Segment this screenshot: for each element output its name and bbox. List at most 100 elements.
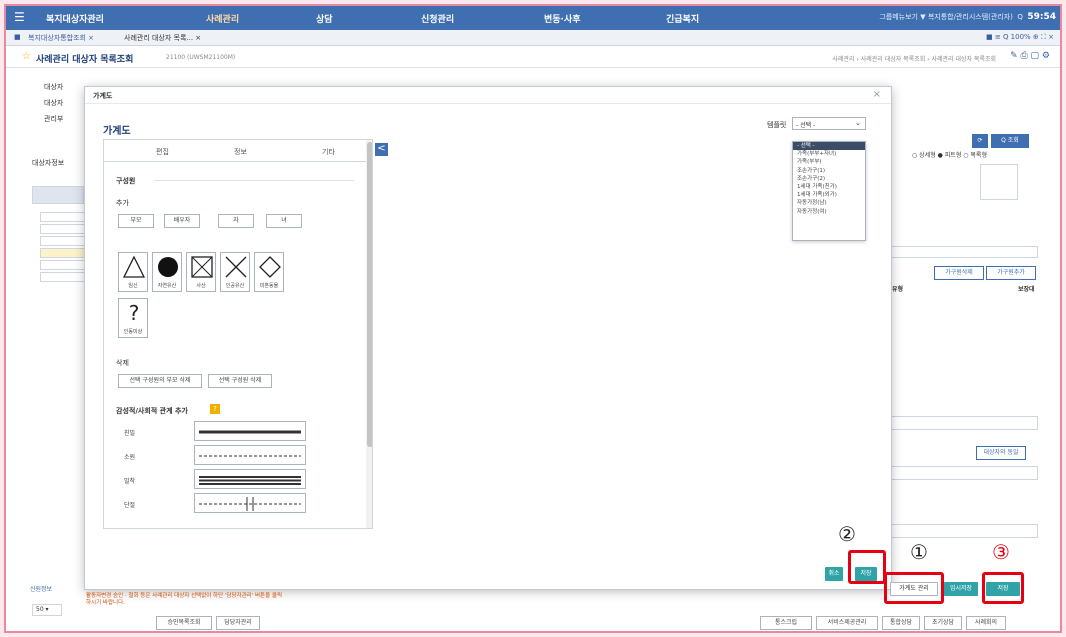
triangle-icon (122, 255, 146, 278)
bg-label-target-1: 대상자 (44, 83, 64, 91)
tab-edit[interactable]: 편집 (156, 147, 169, 157)
add-parent-button[interactable]: 부모 (118, 214, 154, 228)
search-button[interactable]: Q 조회 (991, 134, 1029, 148)
case-meeting-button[interactable]: 사례회의 (966, 616, 1006, 630)
modal-divider (85, 103, 891, 104)
menu-welfare-target[interactable]: 복지대상자관리 (46, 12, 104, 25)
refresh-button[interactable]: ⟳ (972, 134, 988, 148)
genogram-title: 가계도 (103, 126, 131, 137)
bg-select-2[interactable] (890, 466, 1038, 480)
initial-counsel-button[interactable]: 초기상담 (924, 616, 962, 630)
add-daughter-button[interactable]: 녀 (266, 214, 302, 228)
triple-line-icon (199, 476, 301, 485)
menu-change-followup[interactable]: 변동·사후 (544, 12, 581, 25)
relation-row-close[interactable]: 친밀 (120, 420, 320, 442)
template-option[interactable]: 조손가구(2) (793, 175, 865, 183)
shape-stillbirth[interactable]: 사산 (186, 252, 216, 292)
panel-scrollbar-thumb[interactable] (367, 142, 372, 447)
tab-etc[interactable]: 기타 (322, 147, 335, 157)
genogram-modal: 가계도 × 가계도 템플릿 - 선택 - ⌄ - 선택 - 가족(부부+자녀) … (84, 86, 892, 590)
section-delete: 삭제 (116, 359, 129, 367)
same-as-target-button[interactable]: 대상자와 동일 (976, 446, 1026, 460)
tab-info[interactable]: 정보 (234, 147, 247, 157)
template-option[interactable]: 자동가정(여) (793, 208, 865, 216)
side-label: 신원정보 (30, 586, 53, 593)
add-household-member-button[interactable]: 가구원추가 (986, 266, 1036, 280)
shape-pregnancy[interactable]: 임신 (118, 252, 148, 292)
bg-label-manager: 관리부 (44, 115, 64, 123)
template-select[interactable]: - 선택 - ⌄ (792, 117, 866, 130)
template-option[interactable]: - 선택 - (793, 142, 865, 151)
app-frame: ☰ 복지대상자관리 사례관리 상담 신청관리 변동·사후 긴급복지 그룹메뉴보기… (4, 4, 1062, 633)
collapse-panel-button[interactable]: < (375, 143, 388, 156)
delete-parent-button[interactable]: 선택 구성원의 부모 삭제 (118, 374, 202, 388)
section-add: 추가 (116, 199, 129, 207)
divider (154, 180, 354, 181)
tab-home-icon[interactable]: ■ (14, 33, 21, 41)
menu-counseling[interactable]: 상담 (316, 12, 333, 25)
step-marker-2: ② (838, 522, 856, 546)
template-option[interactable]: 자동가정(남) (793, 199, 865, 207)
solid-line-icon (199, 430, 301, 434)
svg-text:?: ? (129, 301, 140, 325)
modal-close-icon[interactable]: × (873, 89, 881, 100)
script-button[interactable]: 통스크립 (760, 616, 812, 630)
tab-tools[interactable]: ■ ≡ Q 100% ⊕ ⛶ × (986, 33, 1054, 42)
add-son-button[interactable]: 자 (218, 214, 254, 228)
temp-save-button[interactable]: 임시저장 (944, 582, 978, 596)
diamond-icon (259, 256, 281, 278)
tab-welfare-search[interactable]: 복지대상자통합조회 × (28, 33, 94, 43)
service-manage-button[interactable]: 서비스제공관리 (816, 616, 878, 630)
notice-text: 활동자변경 승인 · 철회 등은 사례관리 대상자 선택없이 하단 '담당자관리… (86, 593, 283, 606)
page-size-select[interactable]: 50 ▾ (32, 604, 62, 616)
add-spouse-button[interactable]: 배우자 (164, 214, 200, 228)
bg-select[interactable] (890, 416, 1038, 430)
panel-tabs: 편집 정보 기타 (104, 140, 366, 162)
page-tool-icons[interactable]: ✎ ⎙ ▢ ⚙ (1010, 51, 1050, 61)
relation-row-cutoff[interactable]: 단절 (120, 492, 320, 514)
template-option[interactable]: 1세대 가족(외가) (793, 191, 865, 199)
bg-grid-header (32, 186, 84, 204)
bg-select-3[interactable] (890, 524, 1038, 538)
top-utilities[interactable]: 그룹메뉴보기 ▼ 복지통합/관리시스템(관리자) Q 59:54 (879, 12, 1056, 22)
menu-case-management[interactable]: 사례관리 (206, 12, 239, 25)
template-option[interactable]: 가족(부부) (793, 158, 865, 166)
bg-grid-row[interactable] (40, 224, 86, 234)
shape-miscarriage[interactable]: 자연유산 (152, 252, 182, 292)
bg-grid-row[interactable] (40, 236, 86, 246)
bg-grid-row[interactable] (40, 212, 86, 222)
shape-unknown[interactable]: ? 인동미상 (118, 298, 148, 338)
question-mark-icon: ? (129, 301, 140, 325)
grid-header-guarantee: 보장대 (1018, 286, 1035, 293)
highlight-box-save (982, 572, 1024, 604)
breadcrumb: 사례관리 › 사례관리 대상자 목록조회 › 사례관리 대상자 목록조회 (832, 56, 996, 63)
menu-emergency[interactable]: 긴급복지 (666, 12, 699, 25)
bg-grid-row[interactable] (40, 260, 86, 270)
modal-cancel-button[interactable]: 취소 (825, 567, 843, 581)
template-option[interactable]: 가족(부부+자녀) (793, 150, 865, 158)
relation-row-enmeshed[interactable]: 밀착 (120, 468, 320, 490)
approval-list-button[interactable]: 승인목록조회 (156, 616, 212, 630)
shape-abortion[interactable]: 인공유산 (220, 252, 250, 292)
bg-grid-row[interactable] (40, 248, 86, 258)
manager-button[interactable]: 담당자관리 (216, 616, 260, 630)
tab-case-list[interactable]: 사례관리 대상자 목록... × (124, 33, 201, 43)
template-option[interactable]: 조손가구(1) (793, 167, 865, 175)
bg-field[interactable] (890, 246, 1038, 258)
grid-header-type: 유형 (892, 286, 904, 293)
delete-member-button[interactable]: 선택 구성원 삭제 (208, 374, 272, 388)
bg-grid-row[interactable] (40, 272, 86, 282)
view-radio-group[interactable]: ○ 상세형 ● 피트형 ○ 목록형 (912, 150, 987, 159)
delete-household-member-button[interactable]: 가구원삭제 (934, 266, 984, 280)
highlight-box-genogram-manage (884, 572, 944, 604)
relation-row-distant[interactable]: 소원 (120, 444, 320, 466)
hamburger-icon[interactable]: ☰ (14, 10, 25, 24)
favorite-star-icon[interactable]: ☆ (22, 51, 31, 62)
crossed-square-icon (191, 256, 213, 278)
section-members: 구성원 (116, 177, 136, 185)
shape-unmarried[interactable]: 미혼동물 (254, 252, 284, 292)
template-option[interactable]: 1세대 가족(친가) (793, 183, 865, 191)
menu-application[interactable]: 신청관리 (421, 12, 454, 25)
help-icon[interactable]: ? (210, 404, 220, 414)
integrated-counsel-button[interactable]: 통합상담 (882, 616, 920, 630)
